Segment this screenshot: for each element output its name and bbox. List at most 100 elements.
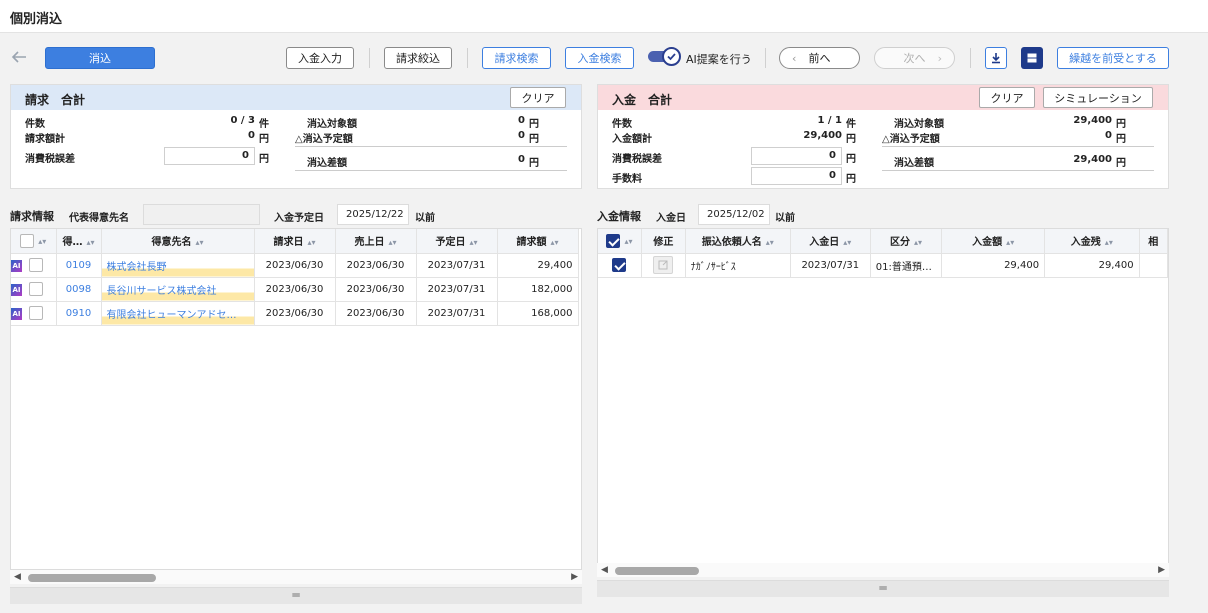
sort-icon[interactable]: ▴▾ xyxy=(550,238,558,247)
diff-label: 消込差額 xyxy=(894,158,934,169)
back-arrow-icon[interactable] xyxy=(10,48,30,66)
nyukin-input-button[interactable]: 入金入力 xyxy=(286,47,354,69)
sort-icon[interactable]: ▴▾ xyxy=(38,237,46,246)
category-cell: 01:普通預… xyxy=(870,253,943,278)
col-due-date[interactable]: 予定日 ▴▾ xyxy=(416,229,498,254)
seikyu-filter-button[interactable]: 請求絞込 xyxy=(384,47,452,69)
target-value: 0 xyxy=(518,115,525,126)
rep-customer-label: 代表得意先名 xyxy=(69,213,129,224)
table-header-row: ▴▾ 修正 振込依頼人名 ▴▾ 入金日 ▴▾ 区分 ▴▾ 入金額 ▴▾ 入金残 ▴▾ 相 xyxy=(598,229,1168,254)
simulation-button[interactable]: シミュレーション xyxy=(1043,87,1153,108)
col-billing-date[interactable]: 請求日 ▴▾ xyxy=(254,229,336,254)
col-amount[interactable]: 請求額 ▴▾ xyxy=(497,229,579,254)
col-sales-date[interactable]: 売上日 ▴▾ xyxy=(335,229,417,254)
sort-icon[interactable]: ▴▾ xyxy=(914,238,922,247)
scrollbar-thumb[interactable] xyxy=(28,574,156,582)
select-all-checkbox[interactable] xyxy=(606,233,621,248)
edit-cell[interactable] xyxy=(641,253,686,278)
seikyu-resize-grip-icon[interactable]: ═ xyxy=(10,587,582,604)
yen-unit: 円 xyxy=(846,174,856,185)
scroll-right-icon[interactable]: ▶ xyxy=(1158,565,1165,575)
row-select-cell[interactable]: AI xyxy=(11,253,57,278)
seikyu-horizontal-scrollbar[interactable]: ◀ ▶ xyxy=(10,570,582,584)
keshikomi-button[interactable]: 消込 xyxy=(45,47,155,69)
col-partner[interactable]: 相 xyxy=(1139,229,1168,254)
col-payer-name[interactable]: 振込依頼人名 ▴▾ xyxy=(685,229,791,254)
total-label: 入金額計 xyxy=(612,134,652,145)
seikyu-search-button[interactable]: 請求検索 xyxy=(482,47,551,69)
edit-icon[interactable] xyxy=(653,256,674,274)
rep-customer-input[interactable] xyxy=(143,204,260,225)
sales-date-cell: 2023/06/30 xyxy=(335,277,417,302)
tax-input[interactable]: 0 xyxy=(751,147,842,165)
col-payment-date[interactable]: 入金日 ▴▾ xyxy=(790,229,871,254)
customer-code-link[interactable]: 0910 xyxy=(56,301,102,326)
nyukin-clear-button[interactable]: クリア xyxy=(979,87,1035,108)
sort-icon[interactable]: ▴▾ xyxy=(195,238,203,247)
col-category[interactable]: 区分 ▴▾ xyxy=(870,229,943,254)
yen-unit: 円 xyxy=(259,134,269,145)
scroll-left-icon[interactable]: ◀ xyxy=(601,565,608,575)
sort-icon[interactable]: ▴▾ xyxy=(766,238,774,247)
table-row[interactable]: ﾅｶﾞﾉｻｰﾋﾞｽ 2023/07/31 01:普通預… 29,400 29,4… xyxy=(598,253,1168,278)
next-button[interactable]: 次へ › xyxy=(874,47,955,69)
table-row[interactable]: AI 0109 株式会社長野 2023/06/30 2023/06/30 202… xyxy=(11,253,579,278)
select-all-header[interactable]: ▴▾ xyxy=(598,229,642,254)
sort-icon[interactable]: ▴▾ xyxy=(307,238,315,247)
scroll-left-icon[interactable]: ◀ xyxy=(14,572,21,582)
carryover-button[interactable]: 繰越を前受とする xyxy=(1057,47,1169,69)
scroll-right-icon[interactable]: ▶ xyxy=(571,572,578,582)
nyukin-horizontal-scrollbar[interactable]: ◀ ▶ xyxy=(597,563,1169,577)
customer-code-link[interactable]: 0098 xyxy=(56,277,102,302)
table-row[interactable]: AI 0910 有限会社ヒューマンアドセ… 2023/06/30 2023/06… xyxy=(11,301,579,326)
col-payment-amount[interactable]: 入金額 ▴▾ xyxy=(941,229,1046,254)
col-customer-name[interactable]: 得意先名 ▴▾ xyxy=(101,229,255,254)
fee-input[interactable]: 0 xyxy=(751,167,842,185)
due-date-input[interactable]: 2025/12/22 xyxy=(337,204,409,225)
select-all-checkbox[interactable] xyxy=(20,233,35,248)
row-checkbox[interactable] xyxy=(29,306,44,320)
sort-icon[interactable]: ▴▾ xyxy=(388,238,396,247)
row-checkbox[interactable] xyxy=(612,258,627,272)
row-checkbox[interactable] xyxy=(29,282,44,296)
amount-cell: 29,400 xyxy=(497,253,579,278)
customer-name-link[interactable]: 株式会社長野 xyxy=(101,253,255,278)
sort-icon[interactable]: ▴▾ xyxy=(469,238,477,247)
customer-name-link[interactable]: 長谷川サービス株式会社 xyxy=(101,277,255,302)
customer-name-link[interactable]: 有限会社ヒューマンアドセ… xyxy=(101,301,255,326)
yen-unit: 円 xyxy=(1116,119,1126,130)
nyukin-search-button[interactable]: 入金検索 xyxy=(565,47,634,69)
select-all-header[interactable]: ▴▾ xyxy=(11,229,57,254)
ai-suggest-label: AI提案を行う xyxy=(686,53,752,66)
sort-icon[interactable]: ▴▾ xyxy=(1105,238,1113,247)
table-row[interactable]: AI 0098 長谷川サービス株式会社 2023/06/30 2023/06/3… xyxy=(11,277,579,302)
col-code[interactable]: 得… ▴▾ xyxy=(56,229,102,254)
prev-button[interactable]: ‹ 前へ xyxy=(779,47,860,69)
sort-icon[interactable]: ▴▾ xyxy=(1006,238,1014,247)
customer-code-link[interactable]: 0109 xyxy=(56,253,102,278)
amount-cell: 168,000 xyxy=(497,301,579,326)
download-icon[interactable] xyxy=(985,47,1007,69)
payment-date-input[interactable]: 2025/12/02 xyxy=(698,204,770,225)
ai-suggest-toggle[interactable] xyxy=(648,47,682,66)
row-select-cell[interactable]: AI xyxy=(11,277,57,302)
seikyu-clear-button[interactable]: クリア xyxy=(510,87,566,108)
sort-icon[interactable]: ▴▾ xyxy=(843,238,851,247)
sort-icon[interactable]: ▴▾ xyxy=(624,237,632,246)
planned-label: △消込予定額 xyxy=(295,134,353,145)
scrollbar-thumb[interactable] xyxy=(615,567,699,575)
row-checkbox[interactable] xyxy=(29,258,44,272)
target-label: 消込対象額 xyxy=(894,119,944,130)
ai-badge-icon: AI xyxy=(11,308,22,320)
nyukin-grid: ▴▾ 修正 振込依頼人名 ▴▾ 入金日 ▴▾ 区分 ▴▾ 入金額 ▴▾ 入金残 ▴▾ 相 … xyxy=(597,228,1169,570)
summary-divider xyxy=(882,170,1154,171)
sort-icon[interactable]: ▴▾ xyxy=(86,238,94,247)
total-value: 29,400 xyxy=(803,130,842,141)
nyukin-resize-grip-icon[interactable]: ═ xyxy=(597,580,1169,597)
split-layout-icon[interactable] xyxy=(1021,47,1043,69)
row-select-cell[interactable]: AI xyxy=(11,301,57,326)
row-select-cell[interactable] xyxy=(598,253,642,278)
count-label: 件数 xyxy=(25,119,45,130)
tax-input[interactable]: 0 xyxy=(164,147,255,165)
col-balance[interactable]: 入金残 ▴▾ xyxy=(1044,229,1140,254)
